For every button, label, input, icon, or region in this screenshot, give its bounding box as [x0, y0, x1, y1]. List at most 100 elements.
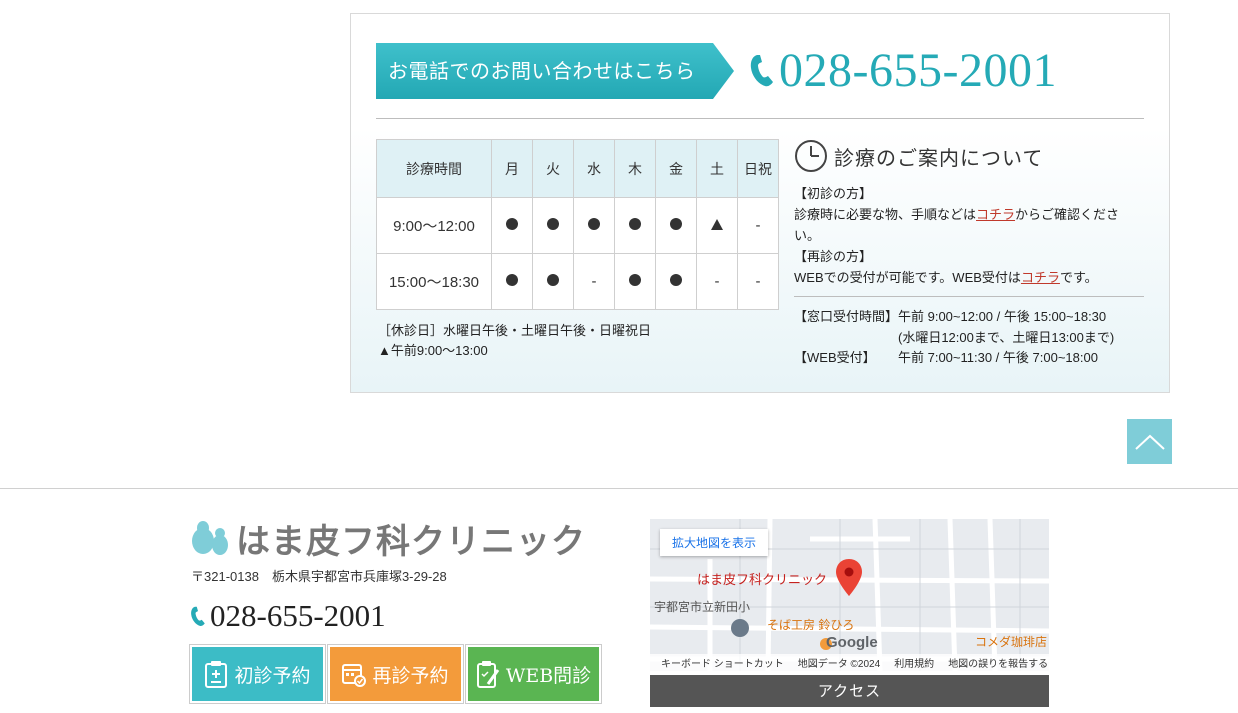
- open-mark-icon: [547, 218, 559, 230]
- hours-cell-mon: [491, 253, 533, 310]
- open-mark-icon: [670, 218, 682, 230]
- hours-cell-fri: [655, 253, 697, 310]
- guide-section: 診療のご案内について 【初診の方】 診療時に必要な物、手順などはコチラからご確認…: [794, 137, 1144, 369]
- guide-header: 診療のご案内について: [794, 137, 1144, 175]
- open-mark-icon: [629, 274, 641, 286]
- hours-cell-sat: [696, 197, 738, 254]
- first-visit-reserve-button[interactable]: 初診予約: [189, 644, 326, 704]
- hours-header-row: 診療時間 月 火 水 木 金 土 日祝: [376, 139, 779, 198]
- footer-address: 〒321-0138 栃木県宇都宮市兵庫塚3-29-28: [191, 569, 447, 584]
- revisit-text-before: WEBでの受付が可能です。WEB受付は: [794, 270, 1021, 285]
- hours-cell-mon: [491, 197, 533, 254]
- open-mark-icon: [588, 218, 600, 230]
- contact-phone-number: 028-655-2001: [779, 43, 1057, 97]
- first-visit-link[interactable]: コチラ: [976, 207, 1015, 222]
- hours-row-time: 9:00～12:00: [376, 197, 492, 254]
- guide-title: 診療のご案内について: [834, 145, 1044, 170]
- revisit-text-after: です。: [1059, 270, 1098, 285]
- hours-cell-tue: [532, 197, 574, 254]
- map-report-link[interactable]: 地図の誤りを報告する: [948, 655, 1048, 670]
- footer-phone-number: 028-655-2001: [210, 598, 386, 633]
- web-questionnaire-button[interactable]: WEB問診: [465, 644, 602, 704]
- partial-open-mark-icon: [711, 219, 723, 230]
- map-footer: キーボード ショートカット 地図データ ©2024 利用規約 地図の誤りを報告す…: [650, 654, 1049, 671]
- clipboard-plus-icon: [205, 661, 228, 688]
- map-soba-label: そば工房 鈴ひろ: [767, 618, 855, 632]
- open-mark-icon: [506, 218, 518, 230]
- hours-header-sun: 日祝: [737, 139, 779, 198]
- revisit-link[interactable]: コチラ: [1021, 270, 1060, 285]
- map-enlarge-link[interactable]: 拡大地図を表示: [660, 529, 769, 556]
- footer-logo[interactable]: はま皮フ科クリニック: [190, 518, 586, 561]
- map-terms-link[interactable]: 利用規約: [894, 655, 934, 670]
- hours-header-sat: 土: [696, 139, 738, 198]
- map-embed[interactable]: 拡大地図を表示 はま皮フ科クリニック 宇都宮市立新田小 そば工房 鈴ひろ コメダ…: [650, 519, 1049, 671]
- revisit-text: WEBでの受付が可能です。WEB受付はコチラです。: [794, 267, 1144, 288]
- contact-ribbon: お電話でのお問い合わせはこちら: [376, 43, 734, 99]
- window-label: 【窓口受付時間】: [794, 309, 899, 324]
- contact-phone-link[interactable]: 028-655-2001: [749, 40, 1057, 100]
- hours-cell-sun: -: [737, 253, 779, 310]
- revisit-reserve-label: 再診予約: [372, 664, 449, 687]
- contact-box: お電話でのお問い合わせはこちら 028-655-2001 診療時間 月 火 水 …: [350, 13, 1170, 393]
- hours-header-tue: 火: [532, 139, 574, 198]
- web-label: 【WEB受付】: [794, 350, 876, 365]
- clipboard-pen-icon: [476, 661, 500, 688]
- hours-header-wed: 水: [573, 139, 615, 198]
- footer-phone-link[interactable]: 028-655-2001: [190, 598, 386, 634]
- web-questionnaire-label: WEB問診: [505, 664, 592, 687]
- hours-cell-wed: -: [573, 253, 615, 310]
- open-mark-icon: [629, 218, 641, 230]
- footer-buttons: 初診予約 再診予約 WEB問診: [189, 644, 602, 704]
- hours-cell-tue: [532, 253, 574, 310]
- guide-body: 【初診の方】 診療時に必要な物、手順などはコチラからご確認ください。 【再診の方…: [794, 183, 1144, 369]
- open-mark-icon: [670, 274, 682, 286]
- revisit-reserve-button[interactable]: 再診予約: [327, 644, 464, 704]
- clinic-logo-icon: [192, 521, 228, 555]
- guide-divider: [794, 296, 1144, 297]
- phone-icon: [191, 606, 205, 627]
- footer-divider: [0, 488, 1238, 489]
- clock-icon: [795, 140, 827, 172]
- calendar-check-icon: [342, 664, 367, 687]
- first-visit-text: 診療時に必要な物、手順などはコチラからご確認ください。: [794, 204, 1144, 246]
- hours-table: 診療時間 月 火 水 木 金 土 日祝 9:00～12:00 - 15:00～18:…: [376, 139, 779, 310]
- map-komeda-label: コメダ珈琲店: [975, 635, 1048, 649]
- window-spacer: [794, 328, 898, 349]
- hours-header-label: 診療時間: [376, 139, 492, 198]
- hours-row: 15:00～18:30- - -: [376, 253, 779, 310]
- hours-cell-thu: [614, 197, 656, 254]
- window-hours: 午前 9:00~12:00 / 午後 15:00~18:30: [898, 309, 1107, 324]
- chevron-up-icon: [1134, 434, 1165, 450]
- window-note: (水曜日12:00まで、土曜日13:00まで): [898, 329, 1115, 345]
- hours-cell-wed: [573, 197, 615, 254]
- open-mark-icon: [506, 274, 518, 286]
- triangle-note: ▲午前9:00～13:00: [378, 343, 488, 358]
- hours-header-fri: 金: [655, 139, 697, 198]
- page-top-button[interactable]: [1127, 419, 1172, 464]
- access-bar[interactable]: アクセス: [650, 675, 1049, 707]
- hours-header-mon: 月: [491, 139, 533, 198]
- footer-clinic-name: はま皮フ科クリニック: [236, 522, 586, 561]
- closed-days-note: ［休診日］水曜日午後・土曜日午後・日曜祝日: [378, 323, 652, 338]
- hours-cell-thu: [614, 253, 656, 310]
- divider: [376, 118, 1144, 119]
- web-hours: 午前 7:00~11:30 / 午後 7:00~18:00: [898, 350, 1098, 365]
- first-visit-reserve-label: 初診予約: [234, 664, 311, 687]
- google-logo: Google: [826, 634, 878, 651]
- phone-icon: [750, 55, 773, 87]
- hours-row: 9:00～12:00 -: [376, 197, 779, 254]
- first-visit-text-before: 診療時に必要な物、手順などは: [794, 207, 977, 222]
- hours-cell-sun: -: [737, 197, 779, 254]
- first-visit-heading: 【初診の方】: [794, 186, 873, 201]
- map-data-credit: 地図データ ©2024: [797, 659, 881, 670]
- map-school-label: 宇都宮市立新田小: [654, 600, 751, 614]
- hours-row-time: 15:00～18:30: [376, 253, 492, 310]
- revisit-heading: 【再診の方】: [794, 249, 873, 264]
- reception-hours: 【窓口受付時間】 午前 9:00~12:00 / 午後 15:00~18:30 …: [794, 307, 1144, 369]
- hours-cell-sat: -: [696, 253, 738, 310]
- hours-header-thu: 木: [614, 139, 656, 198]
- open-mark-icon: [547, 274, 559, 286]
- map-keyboard-shortcuts[interactable]: キーボード ショートカット: [661, 655, 784, 670]
- hours-notes: ［休診日］水曜日午後・土曜日午後・日曜祝日 ▲午前9:00～13:00: [378, 321, 651, 361]
